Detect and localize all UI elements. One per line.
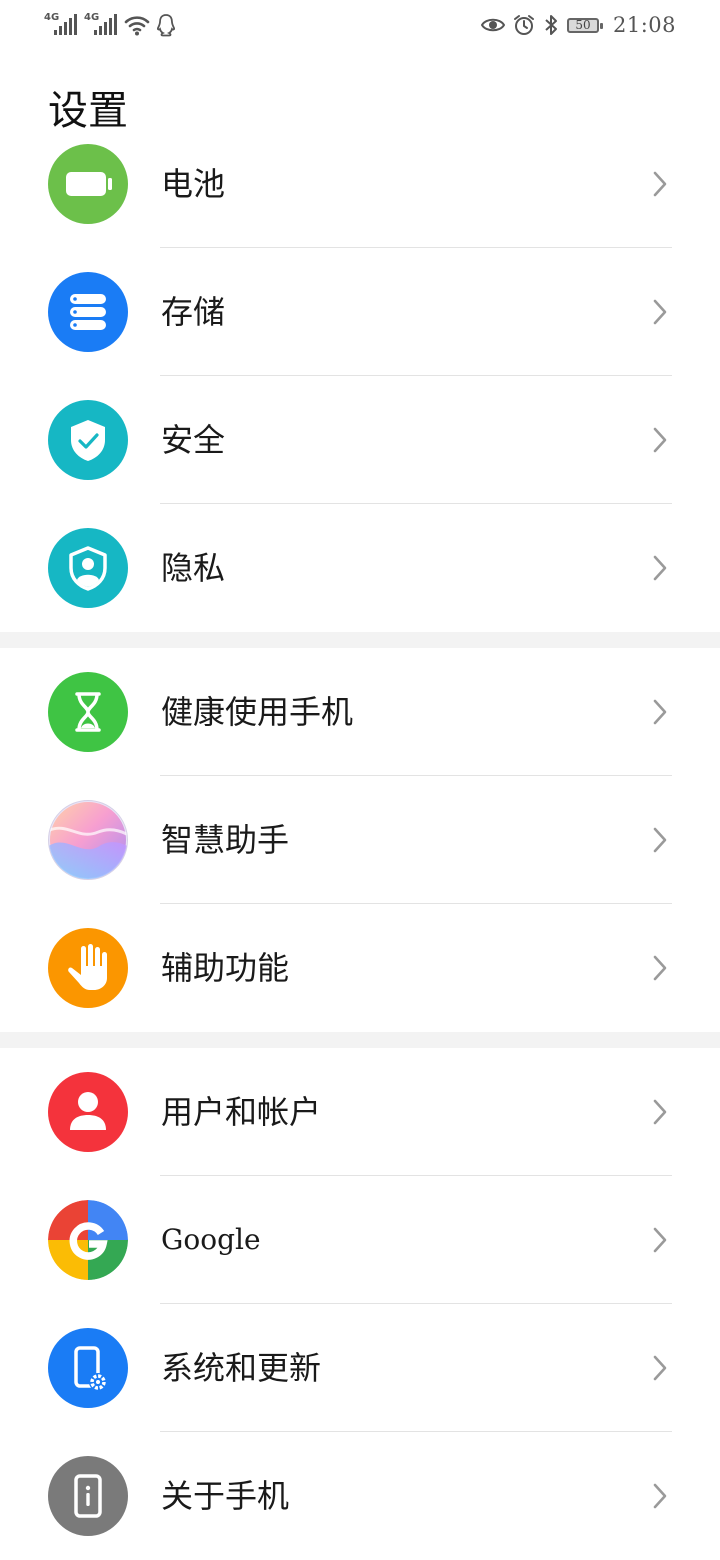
- status-bar: 4G 4G 50 21:08: [0, 0, 720, 52]
- assistant-icon: [48, 800, 128, 880]
- about-phone-icon: [48, 1456, 128, 1536]
- chevron-right-icon: [653, 171, 667, 197]
- settings-item-privacy[interactable]: 隐私: [0, 504, 720, 632]
- status-bar-left: 4G 4G: [44, 12, 176, 38]
- settings-item-users-accounts[interactable]: 用户和帐户: [0, 1048, 720, 1176]
- settings-item-label: 电池: [161, 165, 226, 203]
- chevron-right-icon: [653, 1227, 667, 1253]
- google-icon: [48, 1200, 128, 1280]
- qq-icon: [157, 14, 175, 37]
- settings-item-label: 关于手机: [161, 1477, 290, 1515]
- battery-level: 50: [575, 17, 591, 32]
- settings-item-system-update[interactable]: 系统和更新: [0, 1304, 720, 1432]
- settings-item-about-phone[interactable]: 关于手机: [0, 1432, 720, 1560]
- clock: 21:08: [612, 13, 676, 37]
- section-divider: [0, 632, 720, 648]
- settings-item-label: 辅助功能: [161, 949, 290, 987]
- settings-item-label: 用户和帐户: [161, 1093, 322, 1131]
- settings-item-label: 健康使用手机: [161, 693, 354, 731]
- hourglass-icon: [48, 672, 128, 752]
- settings-item-label: Google: [161, 1223, 261, 1256]
- settings-item-label: 存储: [161, 293, 226, 331]
- settings-item-label: 智慧助手: [161, 821, 290, 859]
- chevron-right-icon: [653, 555, 667, 581]
- chevron-right-icon: [653, 299, 667, 325]
- signal-icon: 4G: [44, 13, 78, 37]
- settings-item-storage[interactable]: 存储: [0, 248, 720, 376]
- settings-item-label: 系统和更新: [161, 1349, 322, 1387]
- settings-item-label: 安全: [161, 421, 226, 459]
- settings-item-digital-balance[interactable]: 健康使用手机: [0, 648, 720, 776]
- hand-icon: [48, 928, 128, 1008]
- bluetooth-icon: [545, 15, 557, 35]
- settings-item-label: 隐私: [161, 549, 226, 587]
- storage-icon: [48, 272, 128, 352]
- chevron-right-icon: [653, 1355, 667, 1381]
- user-icon: [48, 1072, 128, 1152]
- settings-item-accessibility[interactable]: 辅助功能: [0, 904, 720, 1032]
- section-divider: [0, 1032, 720, 1048]
- chevron-right-icon: [653, 827, 667, 853]
- alarm-icon: [513, 15, 534, 35]
- privacy-icon: [48, 528, 128, 608]
- settings-item-google[interactable]: Google: [0, 1176, 720, 1304]
- system-update-icon: [48, 1328, 128, 1408]
- chevron-right-icon: [653, 1099, 667, 1125]
- wifi-icon: [124, 16, 150, 36]
- status-bar-right: 50 21:08: [480, 12, 676, 38]
- battery-icon: [48, 144, 128, 224]
- signal-icon: 4G: [84, 13, 118, 37]
- chevron-right-icon: [653, 427, 667, 453]
- settings-item-smart-assistant[interactable]: 智慧助手: [0, 776, 720, 904]
- chevron-right-icon: [653, 1483, 667, 1509]
- security-shield-icon: [48, 400, 128, 480]
- chevron-right-icon: [653, 955, 667, 981]
- eye-icon: [480, 18, 505, 32]
- chevron-right-icon: [653, 699, 667, 725]
- settings-item-battery[interactable]: 电池: [0, 120, 720, 248]
- battery-icon: 50: [566, 17, 603, 33]
- settings-item-security[interactable]: 安全: [0, 376, 720, 504]
